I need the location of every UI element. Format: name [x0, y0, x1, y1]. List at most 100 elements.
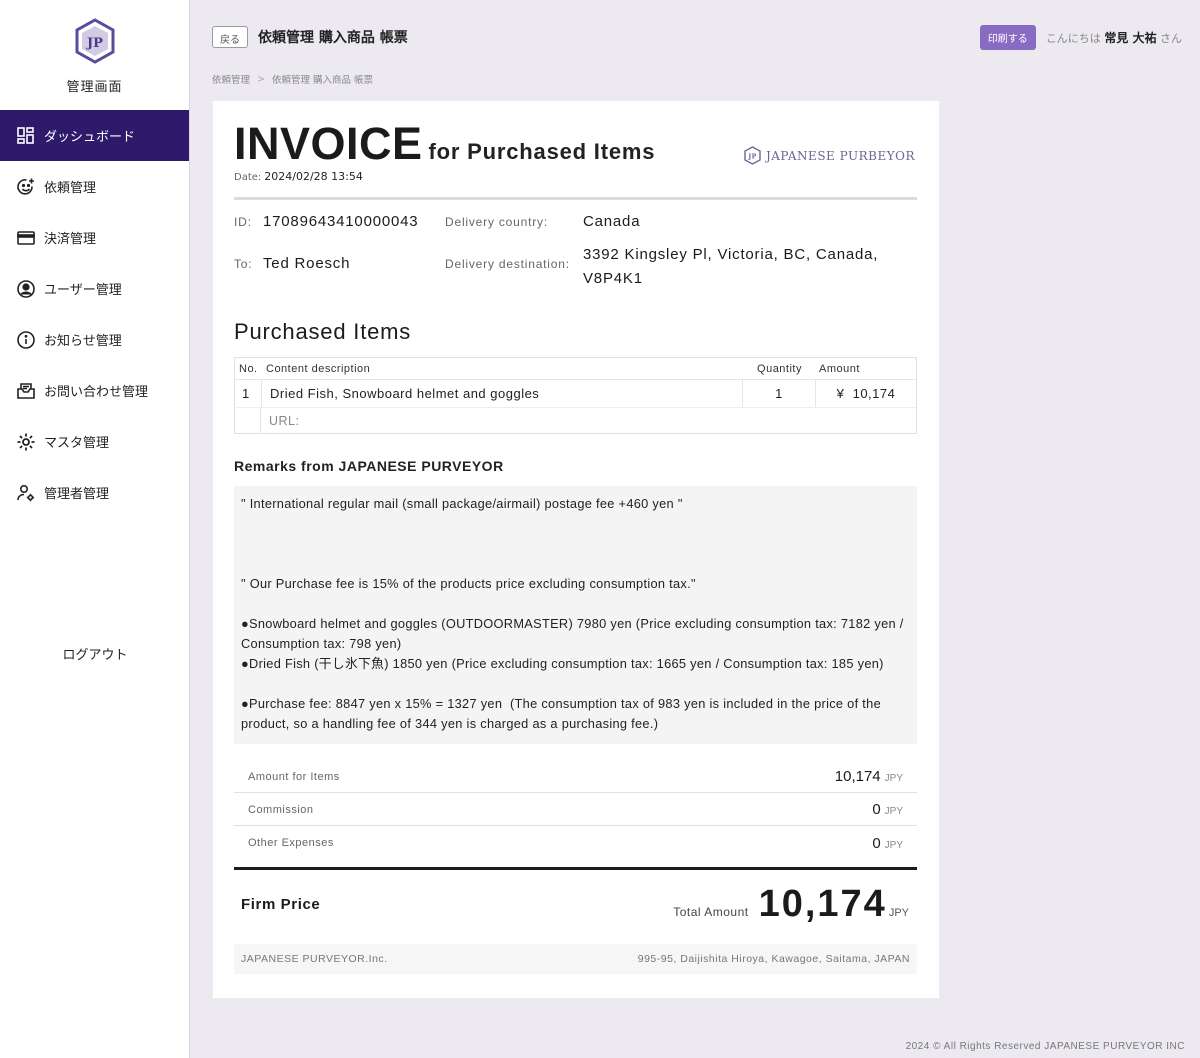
summary-row-items: Amount for Items 10,174 JPY [234, 761, 917, 793]
summary-value: 10,174 JPY [835, 768, 903, 785]
sidebar: JP 管理画面 ダッシュボード 依頼管理 決済管理 ユーザー管理 お知らせ管理 … [0, 0, 190, 1058]
remarks-box: " International regular mail (small pack… [234, 486, 917, 744]
summary-currency: JPY [884, 806, 903, 817]
col-desc: Content description [266, 362, 371, 375]
summary-value: 0 JPY [872, 801, 903, 818]
country-value: Canada [583, 213, 641, 230]
url-label: URL: [269, 413, 300, 428]
sidebar-item-notices[interactable]: お知らせ管理 [0, 314, 189, 365]
firm-price-row: Firm Price Total Amount 10,174 JPY [234, 867, 917, 939]
copyright: 2024 © All Rights Reserved JAPANESE PURV… [905, 1041, 1185, 1052]
invoice-subtitle: for Purchased Items [428, 139, 656, 164]
sidebar-item-label: ダッシュボード [44, 130, 136, 145]
sidebar-logo[interactable]: JP 管理画面 [0, 0, 189, 110]
to-label: To: [234, 257, 253, 271]
page-title: 依頼管理 購入商品 帳票 [258, 30, 408, 46]
svg-text:JP: JP [747, 154, 756, 161]
mail-icon [16, 381, 36, 401]
date-value: 2024/02/28 13:54 [264, 170, 363, 183]
breadcrumb: 依頼管理 > 依頼管理 購入商品 帳票 [212, 72, 374, 87]
header-right: 印刷する こんにちは 常見 大祐 さん [979, 24, 1182, 50]
jp-logo-icon: JP [75, 18, 114, 64]
dashboard-icon [16, 126, 36, 146]
company-name: JAPANESE PURVEYOR.Inc. [241, 953, 388, 965]
print-button[interactable]: 印刷する [979, 24, 1036, 50]
sidebar-item-users[interactable]: ユーザー管理 [0, 263, 189, 314]
sidebar-item-inquiries[interactable]: お問い合わせ管理 [0, 365, 189, 416]
invoice-header: INVOICE for Purchased Items Date: 2024/02/… [234, 120, 917, 200]
summary-label: Commission [248, 803, 314, 816]
sidebar-item-label: お知らせ管理 [44, 334, 122, 349]
summary-amount: 0 [872, 801, 881, 818]
brand-logo: JP JAPANESE PURBEYOR [744, 146, 915, 165]
sidebar-item-master[interactable]: マスタ管理 [0, 416, 189, 467]
breadcrumb-parent[interactable]: 依頼管理 [212, 72, 250, 86]
user-greeting: こんにちは 常見 大祐 さん [1046, 29, 1182, 46]
greeting-suffix: さん [1160, 31, 1182, 45]
cell-qty: 1 [743, 380, 816, 407]
sidebar-item-label: マスタ管理 [44, 436, 110, 451]
sidebar-item-requests[interactable]: 依頼管理 [0, 161, 189, 212]
user-name: 常見 大祐 [1104, 30, 1157, 45]
sidebar-item-dashboard[interactable]: ダッシュボード [0, 110, 189, 161]
page-header: 戻る 依頼管理 購入商品 帳票 印刷する こんにちは 常見 大祐 さん [212, 24, 1182, 50]
chevron-right-icon: > [257, 73, 265, 85]
summary-currency: JPY [884, 773, 903, 784]
col-amount: Amount [819, 362, 860, 375]
breadcrumb-current: 依頼管理 購入商品 帳票 [271, 75, 374, 86]
cell-desc: Dried Fish, Snowboard helmet and goggles [261, 380, 743, 407]
sidebar-item-label: 依頼管理 [44, 181, 97, 196]
summary-value: 0 JPY [872, 835, 903, 852]
user-gear-icon [16, 483, 36, 503]
sidebar-item-label: 決済管理 [44, 232, 97, 247]
id-label: ID: [234, 215, 252, 229]
invoice-info: ID: 17089643410000043 Delivery country: … [234, 213, 917, 291]
firm-price-label: Firm Price [241, 896, 321, 913]
cell-no: 1 [242, 386, 250, 401]
total-amount: Total Amount 10,174 JPY [673, 883, 909, 926]
date-label: Date: [234, 172, 262, 183]
cell-amount: ¥ 10,174 [836, 386, 896, 401]
invoice-date: Date: 2024/02/28 13:54 [234, 170, 917, 183]
summary-amount: 10,174 [834, 768, 881, 785]
greeting-prefix: こんにちは [1045, 31, 1101, 45]
logout-link[interactable]: ログアウト [0, 644, 190, 663]
remarks-title: Remarks from JAPANESE PURVEYOR [234, 458, 504, 474]
brand-name: JAPANESE PURBEYOR [765, 148, 915, 163]
sidebar-title: 管理画面 [66, 80, 123, 95]
total-currency: JPY [888, 907, 909, 919]
company-address: 995-95, Daijishita Hiroya, Kawagoe, Sait… [637, 953, 910, 965]
invoice-title: INVOICE [234, 118, 423, 169]
col-qty: Quantity [757, 362, 802, 375]
sidebar-item-label: 管理者管理 [44, 487, 110, 502]
svg-text:JP: JP [86, 36, 103, 51]
id-value: 17089643410000043 [263, 213, 419, 230]
sidebar-item-admins[interactable]: 管理者管理 [0, 467, 189, 518]
summary-row-other: Other Expenses 0 JPY [234, 827, 917, 859]
table-header: No. Content description Quantity Amount [235, 358, 916, 380]
sidebar-nav: ダッシュボード 依頼管理 決済管理 ユーザー管理 お知らせ管理 お問い合わせ管理… [0, 110, 189, 518]
summary-label: Other Expenses [248, 837, 334, 849]
total-value: 10,174 [758, 883, 887, 925]
destination-label: Delivery destination: [445, 257, 570, 271]
sidebar-item-label: ユーザー管理 [44, 283, 122, 298]
table-url-row: URL: [235, 407, 916, 434]
user-circle-icon [16, 279, 36, 299]
col-no: No. [239, 362, 258, 375]
credit-card-icon [16, 228, 36, 248]
summary-row-commission: Commission 0 JPY [234, 794, 917, 826]
jp-logo-icon: JP [744, 146, 761, 165]
invoice-panel: INVOICE for Purchased Items Date: 2024/02/… [213, 101, 939, 998]
purchased-items-title: Purchased Items [234, 319, 412, 344]
gear-icon [16, 432, 36, 452]
back-button[interactable]: 戻る [212, 26, 248, 48]
url-spacer [235, 407, 261, 434]
summary-label: Amount for Items [248, 770, 340, 783]
items-table: No. Content description Quantity Amount … [234, 357, 917, 434]
invoice-footer: JAPANESE PURVEYOR.Inc. 995-95, Daijishit… [234, 944, 917, 974]
sidebar-item-payments[interactable]: 決済管理 [0, 212, 189, 263]
smile-plus-icon [16, 177, 36, 197]
info-icon [16, 330, 36, 350]
info-row-to: To: Ted Roesch Delivery destination: 339… [234, 243, 917, 291]
table-row: 1 Dried Fish, Snowboard helmet and goggl… [235, 380, 916, 407]
